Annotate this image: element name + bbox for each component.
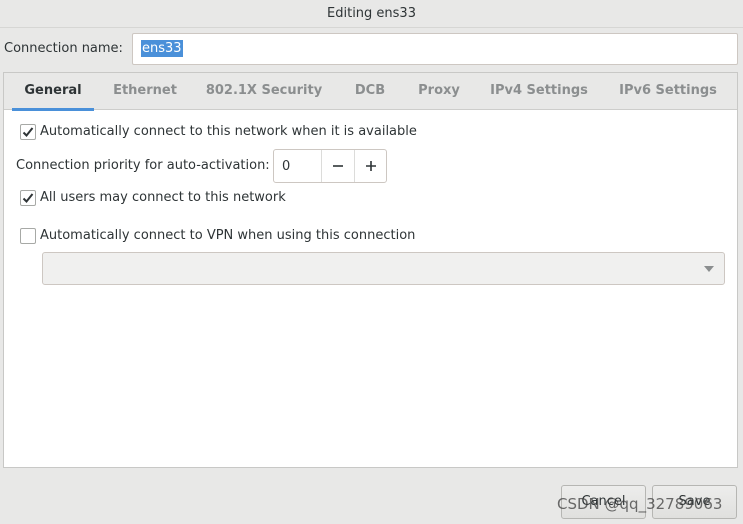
tab-ipv6-settings[interactable]: IPv6 Settings: [608, 73, 728, 110]
settings-notebook: General Ethernet 802.1X Security DCB Pro…: [3, 72, 738, 468]
auto-vpn-checkbox[interactable]: [20, 228, 36, 244]
priority-increment-button[interactable]: [354, 150, 387, 182]
tab-ethernet[interactable]: Ethernet: [104, 73, 186, 110]
tab-ipv4-settings[interactable]: IPv4 Settings: [480, 73, 598, 110]
tab-8021x-security[interactable]: 802.1X Security: [196, 73, 332, 110]
priority-value[interactable]: 0: [282, 159, 290, 174]
priority-spinbutton: 0: [273, 149, 387, 183]
all-users-checkbox[interactable]: [20, 190, 36, 206]
priority-label: Connection priority for auto-activation:: [16, 158, 270, 173]
connection-name-input[interactable]: ens33: [132, 33, 738, 65]
checkmark-icon: [22, 127, 34, 137]
checkmark-icon: [22, 193, 34, 203]
connection-name-label: Connection name:: [4, 41, 123, 56]
priority-decrement-button[interactable]: [321, 150, 354, 182]
auto-connect-checkbox[interactable]: [20, 124, 36, 140]
tab-dcb[interactable]: DCB: [342, 73, 398, 110]
tab-bar: General Ethernet 802.1X Security DCB Pro…: [4, 73, 737, 111]
minus-icon: [333, 165, 343, 167]
plus-icon: [366, 161, 376, 171]
auto-vpn-label: Automatically connect to VPN when using …: [40, 228, 416, 243]
chevron-down-icon: [704, 266, 714, 272]
vpn-select[interactable]: [42, 252, 725, 285]
tab-proxy[interactable]: Proxy: [408, 73, 470, 110]
tab-general[interactable]: General: [12, 73, 94, 111]
watermark: CSDN @qq_32789063: [557, 495, 723, 513]
window-title: Editing ens33: [0, 0, 743, 28]
auto-connect-label: Automatically connect to this network wh…: [40, 124, 417, 139]
connection-name-value: ens33: [141, 40, 183, 57]
all-users-label: All users may connect to this network: [40, 190, 286, 205]
